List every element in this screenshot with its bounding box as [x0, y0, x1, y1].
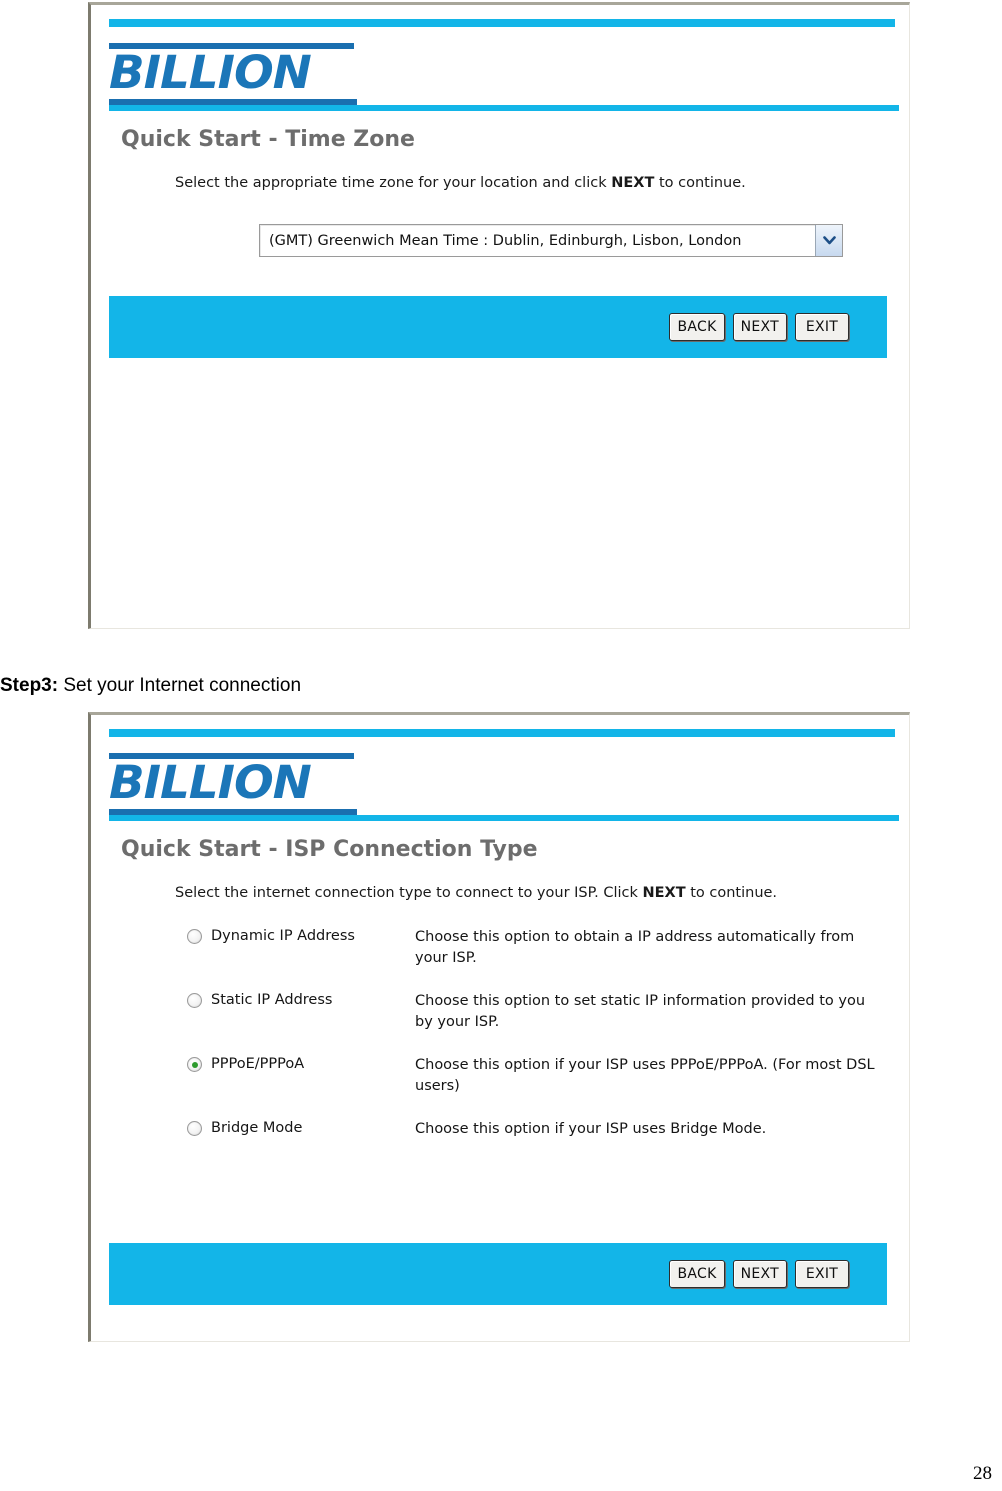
- connection-option-control[interactable]: Static IP Address: [187, 991, 415, 1010]
- timezone-select-value: (GMT) Greenwich Mean Time : Dublin, Edin…: [269, 232, 742, 249]
- connection-option-row[interactable]: Dynamic IP Address Choose this option to…: [187, 927, 893, 969]
- page-title: Quick Start - ISP Connection Type: [121, 837, 538, 862]
- connection-option-control[interactable]: Dynamic IP Address: [187, 927, 415, 946]
- page-title: Quick Start - Time Zone: [121, 127, 415, 152]
- radio-button-dynamic-ip[interactable]: [187, 929, 202, 944]
- connection-option-row[interactable]: PPPoE/PPPoA Choose this option if your I…: [187, 1055, 893, 1097]
- isp-panel-inner: BILLION Quick Start - ISP Connection Typ…: [91, 715, 909, 1341]
- connection-option-label: PPPoE/PPPoA: [211, 1056, 305, 1072]
- logo-rule-wide: [109, 105, 899, 111]
- radio-button-bridge-mode[interactable]: [187, 1121, 202, 1136]
- logo-wordmark: BILLION: [109, 756, 312, 809]
- wizard-action-bar: BACK NEXT EXIT: [109, 1243, 887, 1305]
- connection-option-description: Choose this option to obtain a IP addres…: [415, 929, 855, 966]
- connection-option-description: Choose this option to set static IP info…: [415, 993, 866, 1030]
- step3-label: Step3:: [0, 675, 59, 696]
- billion-logo: BILLION: [109, 753, 899, 823]
- page-number: 28: [973, 1463, 992, 1484]
- exit-button[interactable]: EXIT: [795, 1260, 849, 1288]
- connection-option-description: Choose this option if your ISP uses PPPo…: [415, 1057, 875, 1094]
- next-button[interactable]: NEXT: [732, 1260, 787, 1288]
- instruction-next-keyword: NEXT: [642, 885, 686, 901]
- instruction-text-part1: Select the internet connection type to c…: [175, 885, 643, 901]
- instruction-text-part1: Select the appropriate time zone for you…: [175, 175, 612, 191]
- instruction-text-part2: to continue.: [685, 885, 778, 901]
- step3-description: Set your Internet connection: [58, 675, 302, 696]
- radio-button-pppoe-pppoa[interactable]: [187, 1057, 202, 1072]
- connection-option-row[interactable]: Static IP Address Choose this option to …: [187, 991, 893, 1033]
- isp-connection-type-screenshot-panel: BILLION Quick Start - ISP Connection Typ…: [88, 712, 910, 1342]
- connection-option-description: Choose this option if your ISP uses Brid…: [415, 1121, 767, 1137]
- back-button[interactable]: BACK: [669, 1260, 725, 1288]
- wizard-action-bar: BACK NEXT EXIT: [109, 296, 887, 358]
- connection-option-label: Bridge Mode: [211, 1120, 303, 1136]
- connection-option-control[interactable]: PPPoE/PPPoA: [187, 1055, 415, 1074]
- connection-option-row[interactable]: Bridge Mode Choose this option if your I…: [187, 1119, 893, 1140]
- header-accent-rule: [109, 19, 895, 27]
- connection-option-label: Dynamic IP Address: [211, 928, 355, 944]
- time-zone-screenshot-panel: BILLION Quick Start - Time Zone Select t…: [88, 2, 910, 629]
- instruction-next-keyword: NEXT: [611, 175, 655, 191]
- header-accent-rule: [109, 729, 895, 737]
- back-button[interactable]: BACK: [669, 313, 725, 341]
- time-zone-panel-inner: BILLION Quick Start - Time Zone Select t…: [91, 5, 909, 628]
- billion-logo: BILLION: [109, 43, 899, 113]
- instruction-text-part2: to continue.: [654, 175, 746, 191]
- logo-rule-wide: [109, 815, 899, 821]
- next-button[interactable]: NEXT: [732, 313, 787, 341]
- instruction-text: Select the internet connection type to c…: [175, 885, 777, 901]
- exit-button[interactable]: EXIT: [795, 313, 849, 341]
- logo-wordmark: BILLION: [109, 46, 312, 99]
- connection-option-label: Static IP Address: [211, 992, 333, 1008]
- radio-button-static-ip[interactable]: [187, 993, 202, 1008]
- connection-option-control[interactable]: Bridge Mode: [187, 1119, 415, 1138]
- timezone-select[interactable]: (GMT) Greenwich Mean Time : Dublin, Edin…: [259, 224, 843, 257]
- step3-heading: Step3: Set your Internet connection: [0, 675, 301, 697]
- chevron-down-icon[interactable]: [815, 225, 842, 256]
- instruction-text: Select the appropriate time zone for you…: [175, 175, 746, 191]
- connection-type-option-list: Dynamic IP Address Choose this option to…: [187, 927, 893, 1140]
